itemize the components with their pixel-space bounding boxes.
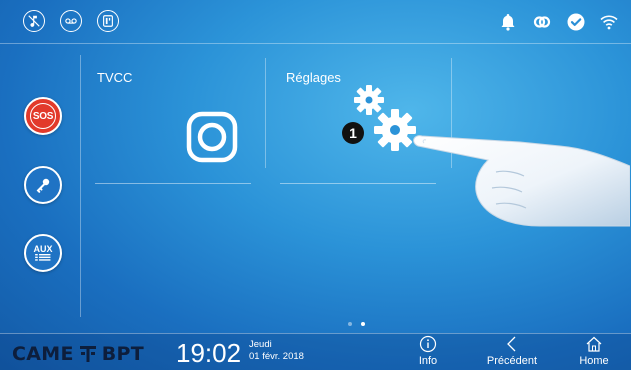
clock-date: Jeudi 01 févr. 2018 (249, 339, 304, 363)
brand-bpt: BPT (101, 343, 145, 365)
tile-label: Réglages (286, 70, 341, 85)
footer-divider (0, 333, 631, 334)
date-label: 01 févr. 2018 (249, 351, 304, 362)
tile-divider (265, 58, 266, 168)
tile-underline (95, 183, 251, 184)
home-icon (586, 336, 602, 352)
tile-label: TVCC (97, 70, 133, 85)
key-button[interactable] (24, 166, 62, 204)
brand-emblem-icon (79, 346, 96, 362)
sidebar-divider (80, 55, 81, 317)
link-icon (531, 11, 553, 33)
voicemail-icon[interactable] (60, 10, 82, 32)
step-badge: 1 (342, 122, 364, 144)
info-icon (419, 335, 437, 353)
back-label: Précédent (486, 355, 538, 367)
back-button[interactable]: Précédent (480, 335, 544, 369)
chevron-left-icon (507, 336, 516, 352)
sos-button[interactable]: SOS (24, 97, 62, 135)
home-button[interactable]: Home (574, 335, 614, 369)
key-icon (36, 178, 50, 193)
check-icon (565, 11, 587, 33)
status-bar (0, 0, 631, 44)
aux-button[interactable]: AUX (24, 234, 62, 272)
info-label: Info (418, 355, 438, 367)
intercom-icon[interactable] (97, 10, 119, 32)
list-icon (35, 254, 51, 261)
info-button[interactable]: Info (413, 335, 443, 369)
aux-label: AUX (33, 244, 53, 254)
sos-label: SOS (30, 103, 56, 129)
top-divider (0, 43, 631, 44)
footer-bar: CAME BPT 19:02 Jeudi 01 févr. 2018 Info … (0, 333, 631, 370)
day-label: Jeudi (249, 339, 272, 350)
camera-icon (186, 111, 238, 163)
music-mute-icon[interactable] (23, 10, 45, 32)
brand-logo: CAME BPT (12, 343, 144, 365)
tile-tvcc[interactable]: TVCC (95, 60, 255, 180)
clock-time: 19:02 (176, 338, 242, 368)
wifi-icon (598, 11, 620, 33)
brand-came: CAME (12, 343, 74, 365)
bell-icon (497, 11, 519, 33)
intercom-screen: SOS AUX TVCC Réglages 1 CAME BPT 19:02 J… (0, 0, 631, 370)
page-dot-active[interactable] (361, 322, 365, 326)
page-dot[interactable] (348, 322, 352, 326)
pointing-hand-illustration (413, 135, 630, 227)
home-label: Home (579, 355, 609, 367)
